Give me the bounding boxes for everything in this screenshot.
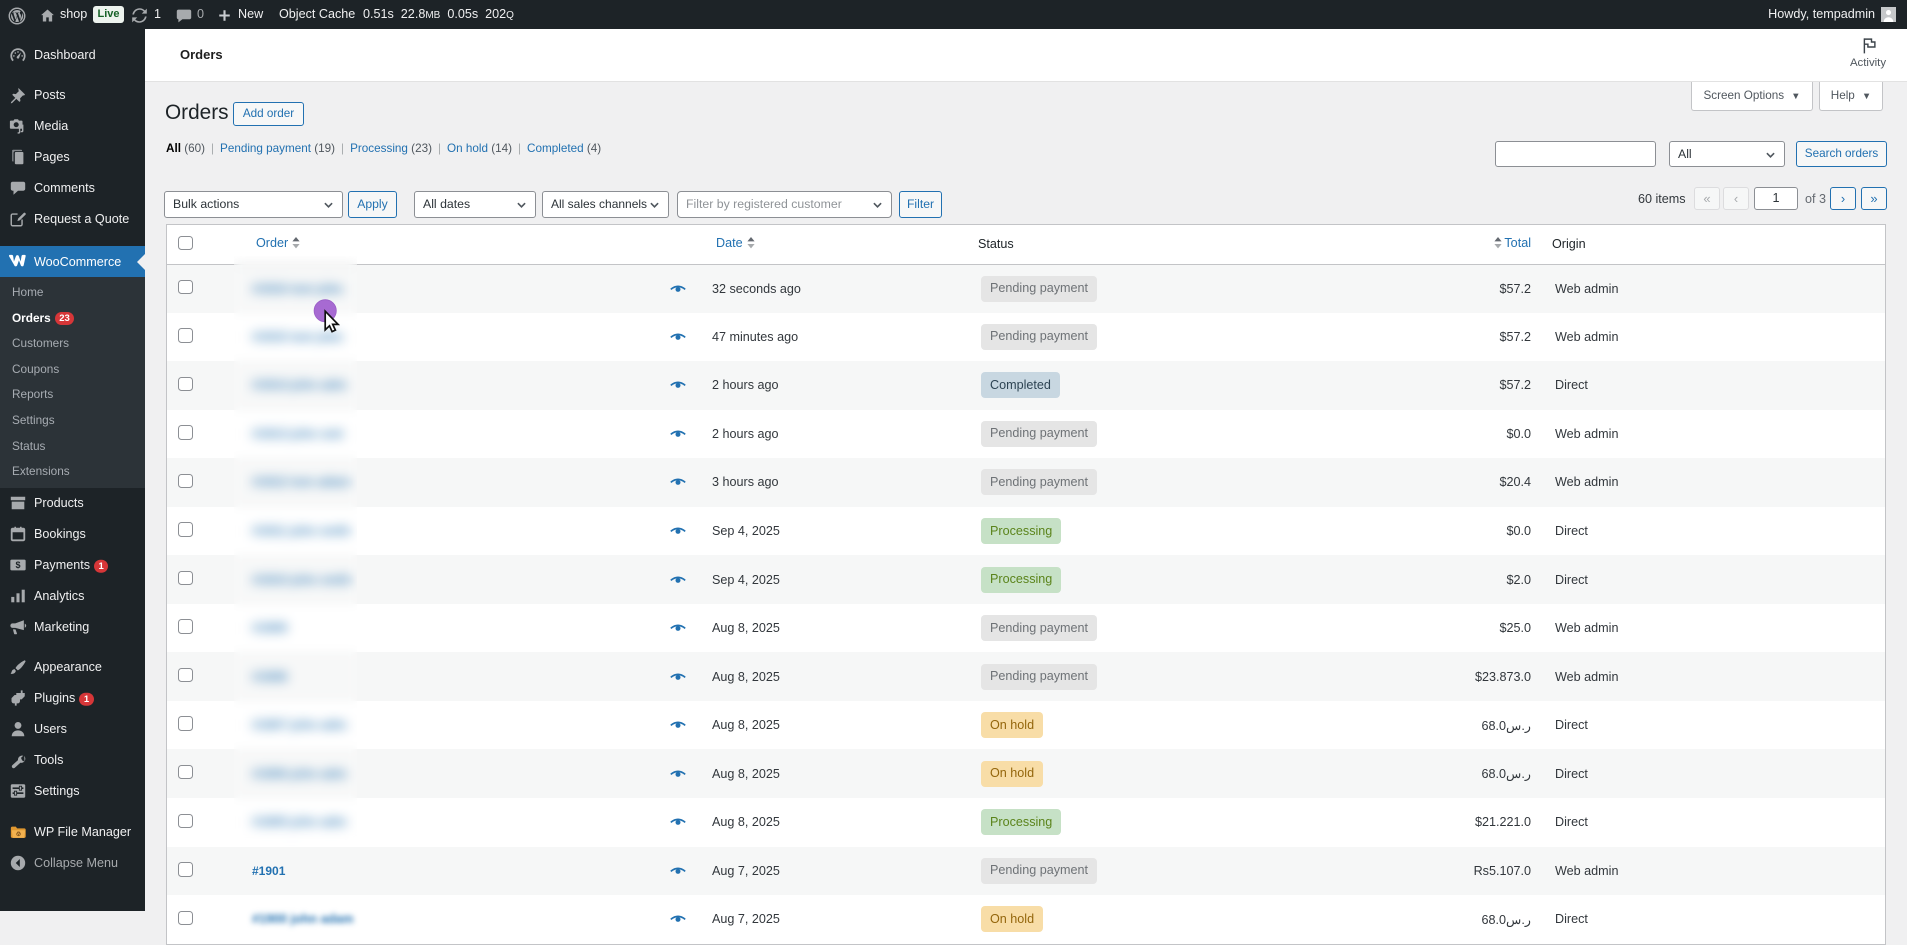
svg-text:$: $ [15, 560, 20, 570]
svg-text:W: W [16, 833, 21, 838]
